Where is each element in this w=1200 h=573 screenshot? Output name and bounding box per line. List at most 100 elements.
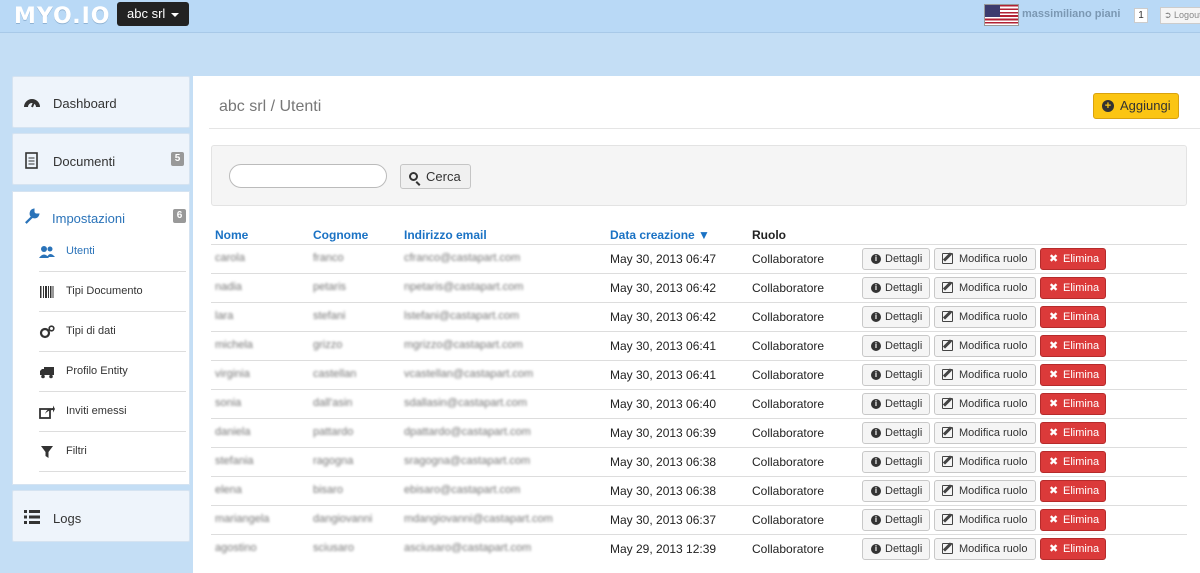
edit-role-button[interactable]: Modifica ruolo bbox=[934, 393, 1036, 415]
sidebar-item-documenti[interactable]: Documenti 5 bbox=[12, 133, 190, 185]
column-header-data-creazione[interactable]: Data creazione ▼ bbox=[610, 228, 710, 242]
delete-label: Elimina bbox=[1063, 253, 1100, 265]
close-icon: ✖ bbox=[1049, 398, 1059, 410]
delete-button[interactable]: ✖ Elimina bbox=[1040, 422, 1106, 444]
cell-ruolo: Collaboratore bbox=[752, 484, 825, 498]
edit-role-button[interactable]: Modifica ruolo bbox=[934, 364, 1036, 386]
details-button[interactable]: i Dettagli bbox=[862, 364, 930, 386]
add-user-button[interactable]: + Aggiungi bbox=[1093, 93, 1179, 119]
edit-role-button[interactable]: Modifica ruolo bbox=[934, 248, 1036, 270]
cell-ruolo: Collaboratore bbox=[752, 339, 825, 353]
subitem-label-tipi-documento: Tipi Documento bbox=[66, 285, 143, 297]
details-button[interactable]: i Dettagli bbox=[862, 248, 930, 270]
search-input[interactable] bbox=[229, 164, 387, 188]
details-button[interactable]: i Dettagli bbox=[862, 277, 930, 299]
sidebar-subitem-profilo-entity[interactable]: Profilo Entity bbox=[39, 352, 186, 392]
cell-data-creazione: May 30, 2013 06:42 bbox=[610, 310, 717, 324]
details-button[interactable]: i Dettagli bbox=[862, 451, 930, 473]
details-label: Dettagli bbox=[885, 311, 923, 323]
delete-button[interactable]: ✖ Elimina bbox=[1040, 451, 1106, 473]
details-label: Dettagli bbox=[885, 398, 923, 410]
logout-label: Logout bbox=[1174, 10, 1200, 20]
details-button[interactable]: i Dettagli bbox=[862, 509, 930, 531]
details-button[interactable]: i Dettagli bbox=[862, 393, 930, 415]
sidebar-subitem-utenti[interactable]: Utenti bbox=[39, 232, 186, 272]
details-button[interactable]: i Dettagli bbox=[862, 422, 930, 444]
details-button[interactable]: i Dettagli bbox=[862, 480, 930, 502]
info-icon: i bbox=[871, 486, 881, 496]
sidebar-subitem-tipi-di-dati[interactable]: Tipi di dati bbox=[39, 312, 186, 352]
edit-icon bbox=[942, 369, 953, 380]
documenti-count-badge: 5 bbox=[171, 152, 184, 166]
delete-button[interactable]: ✖ Elimina bbox=[1040, 335, 1106, 357]
details-button[interactable]: i Dettagli bbox=[862, 335, 930, 357]
search-button-label: Cerca bbox=[426, 169, 461, 184]
us-flag-icon[interactable] bbox=[984, 4, 1019, 26]
info-icon: i bbox=[871, 457, 881, 467]
delete-button[interactable]: ✖ Elimina bbox=[1040, 277, 1106, 299]
user-name[interactable]: massimiliano piani bbox=[1022, 8, 1120, 20]
details-label: Dettagli bbox=[885, 340, 923, 352]
info-icon: i bbox=[871, 254, 881, 264]
cell-data-creazione: May 30, 2013 06:41 bbox=[610, 368, 717, 382]
info-icon: i bbox=[871, 370, 881, 380]
edit-icon bbox=[942, 485, 953, 496]
header-divider bbox=[209, 128, 1200, 129]
delete-button[interactable]: ✖ Elimina bbox=[1040, 364, 1106, 386]
cell-nome: agostino bbox=[215, 542, 257, 554]
delete-label: Elimina bbox=[1063, 282, 1100, 294]
sidebar-label-logs: Logs bbox=[53, 511, 82, 526]
details-button[interactable]: i Dettagli bbox=[862, 306, 930, 328]
cell-nome: lara bbox=[215, 310, 234, 322]
edit-role-label: Modifica ruolo bbox=[959, 340, 1028, 352]
close-icon: ✖ bbox=[1049, 485, 1059, 497]
notification-badge[interactable]: 1 bbox=[1134, 8, 1148, 23]
sidebar-item-logs[interactable]: Logs bbox=[12, 490, 190, 542]
delete-button[interactable]: ✖ Elimina bbox=[1040, 306, 1106, 328]
edit-role-button[interactable]: Modifica ruolo bbox=[934, 451, 1036, 473]
details-label: Dettagli bbox=[885, 253, 923, 265]
column-header-nome[interactable]: Nome bbox=[215, 228, 248, 242]
cell-ruolo: Collaboratore bbox=[752, 397, 825, 411]
sidebar-subitem-filtri[interactable]: Filtri bbox=[39, 432, 186, 472]
sidebar-subitem-inviti-emessi[interactable]: Inviti emessi bbox=[39, 392, 186, 432]
table-row: virginia castellan vcastellan@castapart.co… bbox=[211, 360, 1187, 389]
edit-role-button[interactable]: Modifica ruolo bbox=[934, 509, 1036, 531]
cell-ruolo: Collaboratore bbox=[752, 513, 825, 527]
delete-button[interactable]: ✖ Elimina bbox=[1040, 509, 1106, 531]
edit-role-label: Modifica ruolo bbox=[959, 369, 1028, 381]
edit-role-button[interactable]: Modifica ruolo bbox=[934, 538, 1036, 560]
company-dropdown[interactable]: abc srl bbox=[117, 2, 190, 26]
search-panel: Cerca bbox=[211, 145, 1187, 206]
search-button[interactable]: Cerca bbox=[400, 164, 471, 189]
delete-label: Elimina bbox=[1063, 485, 1100, 497]
delete-button[interactable]: ✖ Elimina bbox=[1040, 480, 1106, 502]
sidebar-item-dashboard[interactable]: Dashboard bbox=[12, 76, 190, 128]
sidebar-subitem-tipi-documento[interactable]: Tipi Documento bbox=[39, 272, 186, 312]
logout-button[interactable]: ➲ Logout bbox=[1160, 7, 1200, 24]
app-logo[interactable]: MYO.IO bbox=[14, 4, 111, 29]
edit-role-button[interactable]: Modifica ruolo bbox=[934, 480, 1036, 502]
edit-role-button[interactable]: Modifica ruolo bbox=[934, 306, 1036, 328]
cell-ruolo: Collaboratore bbox=[752, 542, 825, 556]
info-icon: i bbox=[871, 312, 881, 322]
details-button[interactable]: i Dettagli bbox=[862, 538, 930, 560]
delete-button[interactable]: ✖ Elimina bbox=[1040, 393, 1106, 415]
edit-icon bbox=[942, 340, 953, 351]
cell-email: mdangiovanni@castapart.com bbox=[404, 513, 553, 525]
delete-button[interactable]: ✖ Elimina bbox=[1040, 538, 1106, 560]
column-header-cognome[interactable]: Cognome bbox=[313, 228, 368, 242]
delete-button[interactable]: ✖ Elimina bbox=[1040, 248, 1106, 270]
details-label: Dettagli bbox=[885, 427, 923, 439]
column-header-email[interactable]: Indirizzo email bbox=[404, 228, 487, 242]
edit-role-button[interactable]: Modifica ruolo bbox=[934, 335, 1036, 357]
column-header-ruolo: Ruolo bbox=[752, 228, 786, 242]
info-icon: i bbox=[871, 428, 881, 438]
delete-label: Elimina bbox=[1063, 369, 1100, 381]
table-row: michela grizzo mgrizzo@castapart.com May 30… bbox=[211, 331, 1187, 360]
edit-role-label: Modifica ruolo bbox=[959, 311, 1028, 323]
cell-nome: daniela bbox=[215, 426, 251, 438]
edit-role-button[interactable]: Modifica ruolo bbox=[934, 422, 1036, 444]
edit-role-button[interactable]: Modifica ruolo bbox=[934, 277, 1036, 299]
impostazioni-count-badge: 6 bbox=[173, 209, 186, 223]
